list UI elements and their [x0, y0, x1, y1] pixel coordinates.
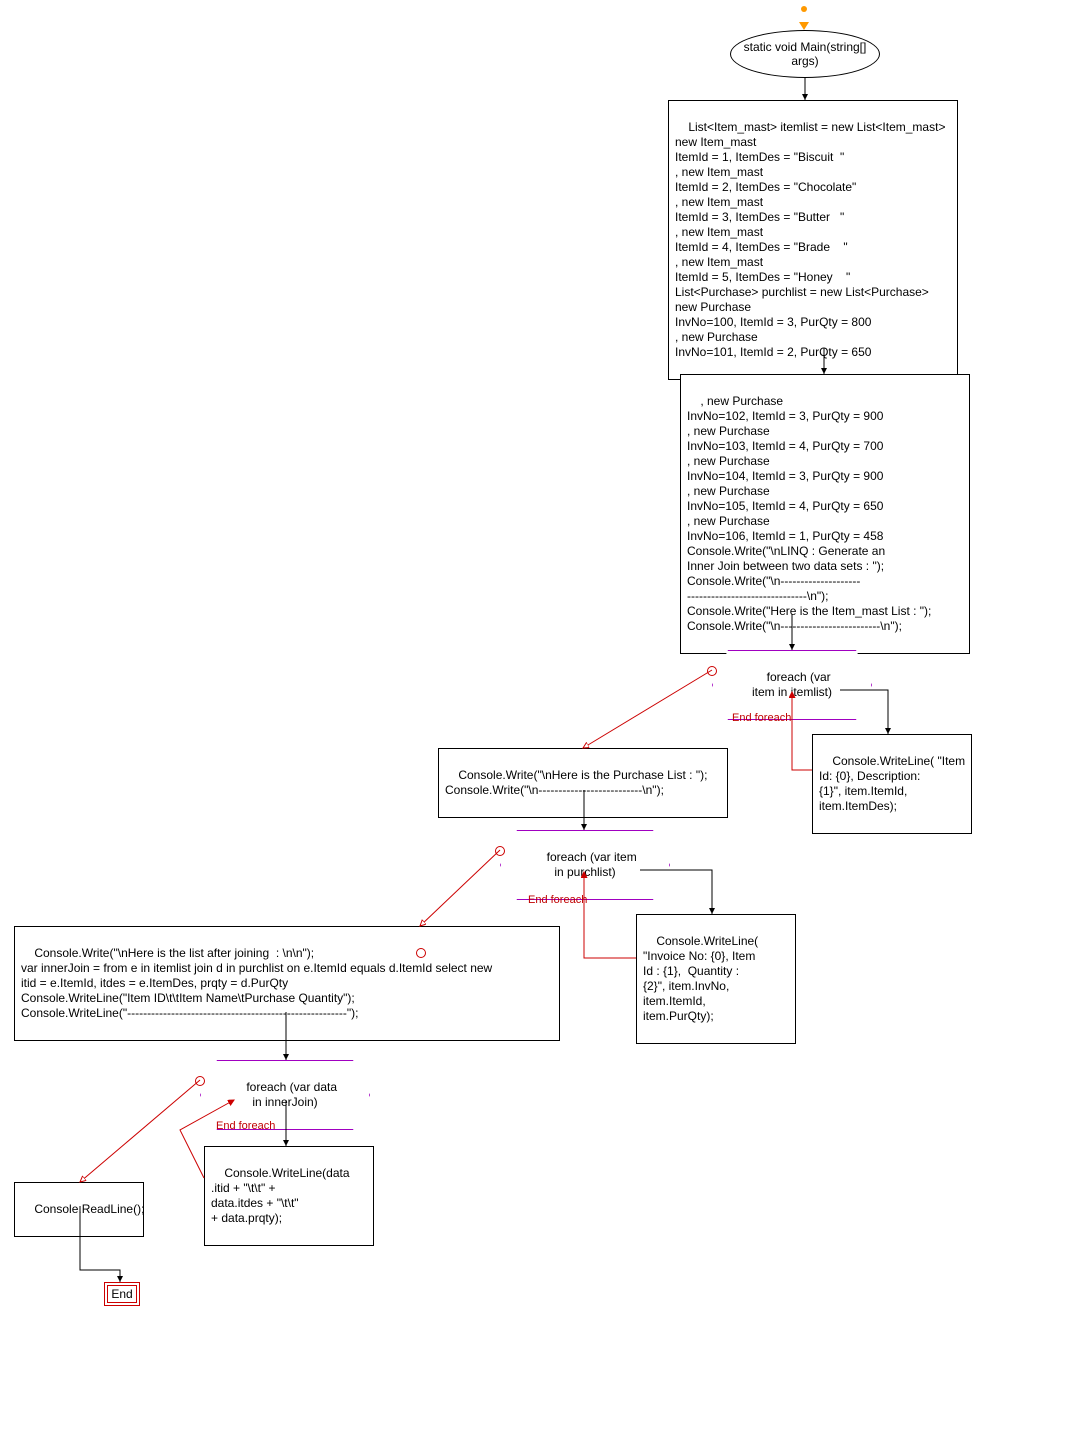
terminator-main: static void Main(string[] args) [730, 30, 880, 78]
process-init-lists: List<Item_mast> itemlist = new List<Item… [668, 100, 958, 380]
loop-exit-marker-icon [416, 948, 426, 958]
process-print-purchase-text: Console.WriteLine( "Invoice No: {0}, Ite… [643, 934, 758, 1023]
flowchart-canvas: static void Main(string[] args) List<Ite… [0, 0, 1090, 1436]
process-print-item: Console.WriteLine( "Item Id: {0}, Descri… [812, 734, 972, 834]
process-purchase-header-text: Console.Write("\nHere is the Purchase Li… [445, 768, 707, 797]
loop-itemlist-text: foreach (var item in itemlist) [752, 670, 832, 699]
process-inner-join: Console.Write("\nHere is the list after … [14, 926, 560, 1041]
process-init-continuation: , new Purchase InvNo=102, ItemId = 3, Pu… [680, 374, 970, 654]
loop-purchlist-text: foreach (var item in purchlist) [547, 850, 637, 879]
process-init-lists-text: List<Item_mast> itemlist = new List<Item… [675, 120, 945, 359]
loop-innerjoin-text: foreach (var data in innerJoin) [246, 1080, 337, 1109]
start-arrow-icon [799, 22, 809, 30]
loop-purchlist: foreach (var item in purchlist) [500, 830, 670, 900]
process-readline: Console.ReadLine(); [14, 1182, 144, 1237]
terminator-main-text: static void Main(string[] args) [739, 40, 871, 69]
edge-label-end-foreach: End foreach [732, 712, 791, 724]
process-print-item-text: Console.WriteLine( "Item Id: {0}, Descri… [819, 754, 965, 813]
process-print-join-row: Console.WriteLine(data .itid + "\t\t" + … [204, 1146, 374, 1246]
loop-exit-marker-icon [495, 846, 505, 856]
edge-label-end-foreach: End foreach [216, 1120, 275, 1132]
process-print-purchase: Console.WriteLine( "Invoice No: {0}, Ite… [636, 914, 796, 1044]
edge-label-end-foreach: End foreach [528, 894, 587, 906]
process-readline-text: Console.ReadLine(); [34, 1202, 144, 1216]
terminator-end-text: End [111, 1287, 132, 1301]
process-print-join-row-text: Console.WriteLine(data .itid + "\t\t" + … [211, 1166, 350, 1225]
loop-exit-marker-icon [195, 1076, 205, 1086]
terminator-end: End [104, 1282, 140, 1306]
loop-exit-marker-icon [707, 666, 717, 676]
process-purchase-header: Console.Write("\nHere is the Purchase Li… [438, 748, 728, 818]
start-dot [801, 6, 807, 12]
loop-itemlist: foreach (var item in itemlist) [712, 650, 872, 720]
process-init-continuation-text: , new Purchase InvNo=102, ItemId = 3, Pu… [687, 394, 931, 633]
